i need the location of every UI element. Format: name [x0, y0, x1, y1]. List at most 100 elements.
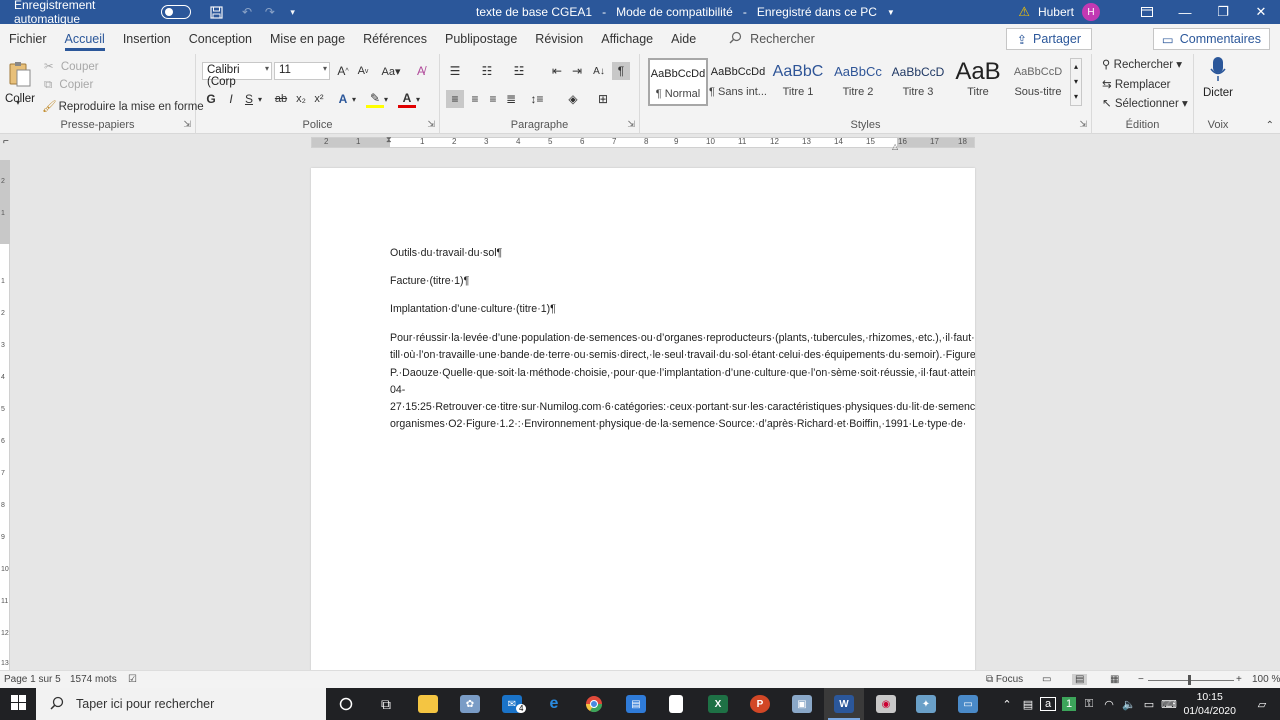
collapse-ribbon-icon[interactable]: ⌃ [1266, 120, 1274, 131]
print-layout-icon[interactable]: ▤ [1072, 674, 1088, 685]
paragraph-title[interactable]: Outils·du·travail·du·sol¶ [390, 246, 902, 260]
style-titre-3[interactable]: AaBbCcD Titre 3 [888, 58, 948, 106]
word-count[interactable]: 1574 mots [70, 674, 117, 685]
ribbon-display-options-icon[interactable] [1128, 0, 1166, 24]
proofing-icon[interactable]: ☑ [128, 674, 137, 685]
tab-mise-en-page[interactable]: Mise en page [261, 24, 354, 54]
tab-fichier[interactable]: Fichier [0, 24, 56, 54]
borders-icon[interactable]: ⊞ [594, 90, 612, 108]
tray-network-app-icon[interactable]: ⚿ [1080, 688, 1098, 720]
warning-icon[interactable]: ⚠ [1018, 4, 1030, 20]
paste-dropdown-icon[interactable]: ▾ [16, 98, 20, 107]
italic-button[interactable]: I [222, 90, 240, 108]
photo-app-icon[interactable]: ✦ [906, 688, 946, 720]
superscript-button[interactable]: x² [310, 90, 328, 108]
zoom-in-icon[interactable]: + [1236, 674, 1242, 685]
format-painter-button[interactable]: 🖌 Reproduire la mise en forme [42, 99, 204, 113]
change-case-icon[interactable]: Aa▾ [378, 62, 404, 80]
zoom-out-icon[interactable]: − [1138, 674, 1144, 685]
indent-marker-icon[interactable]: ⧗ [386, 135, 392, 145]
align-center-icon[interactable]: ≡ [466, 90, 484, 108]
font-launcher-icon[interactable]: ⇲ [427, 119, 435, 130]
shrink-font-icon[interactable]: Av [354, 62, 372, 80]
paragraph-body[interactable]: Pour·réussir·la·levée·d’une·population·d… [390, 330, 975, 434]
customize-toolbar-icon[interactable]: ▾ [285, 4, 300, 20]
document-page[interactable]: Outils·du·travail·du·sol¶ Facture·(titre… [311, 168, 975, 678]
tab-references[interactable]: Références [354, 24, 436, 54]
comments-button[interactable]: ▭ Commentaires [1152, 28, 1270, 50]
style-titre[interactable]: AaB Titre [948, 58, 1008, 106]
line-spacing-icon[interactable]: ↕≡ [528, 90, 546, 108]
document-body[interactable]: Outils·du·travail·du·sol¶ Facture·(titre… [390, 246, 975, 448]
tab-aide[interactable]: Aide [662, 24, 705, 54]
tab-conception[interactable]: Conception [180, 24, 261, 54]
paragraph-launcher-icon[interactable]: ⇲ [627, 119, 635, 130]
font-name-combo[interactable]: Calibri (Corp ▾ [202, 62, 272, 88]
copy-button[interactable]: ⧉ Copier [44, 79, 93, 92]
bold-button[interactable]: G [202, 90, 220, 108]
excel-icon[interactable]: X [698, 688, 738, 720]
autosave-toggle[interactable] [161, 5, 191, 19]
tray-app-icon[interactable]: ▤ [1018, 688, 1038, 720]
volume-icon[interactable]: 🔈 [1120, 688, 1138, 720]
dictate-button[interactable]: Dicter [1198, 56, 1238, 99]
redo-icon[interactable]: ↷ [262, 4, 277, 20]
paragraph-heading-facture[interactable]: Facture·(titre·1)¶ [390, 274, 902, 288]
document-title[interactable]: texte de base CGEA1 - Mode de compatibil… [476, 0, 895, 24]
tab-affichage[interactable]: Affichage [592, 24, 662, 54]
notepad-icon[interactable]: ▤ [616, 688, 656, 720]
align-left-icon[interactable]: ≡ [446, 90, 464, 108]
highlight-dropdown-icon[interactable]: ▾ [382, 90, 390, 108]
vertical-ruler[interactable]: 2 1 1 2 3 4 5 6 7 8 9 10 11 12 13 [0, 160, 10, 670]
tray-chevron-icon[interactable]: ⌃ [998, 688, 1016, 720]
cortana-icon[interactable] [326, 688, 366, 720]
task-view-icon[interactable]: ⧉ [366, 688, 406, 720]
numbering-icon[interactable]: ☷ [478, 62, 496, 80]
font-size-combo[interactable]: 11 ▾ [274, 62, 330, 80]
paint-icon[interactable]: ✿ [450, 688, 490, 720]
sort-icon[interactable]: A↓ [590, 62, 608, 80]
replace-button[interactable]: ⇆ Remplacer [1102, 77, 1170, 91]
tab-revision[interactable]: Révision [526, 24, 592, 54]
document-icon[interactable] [656, 688, 696, 720]
font-color-dropdown-icon[interactable]: ▾ [414, 90, 422, 108]
avatar[interactable]: H [1082, 3, 1100, 21]
select-button[interactable]: ↖ Sélectionner ▾ [1102, 96, 1188, 110]
tab-selector-icon[interactable]: ⌐ [3, 136, 9, 147]
decrease-indent-icon[interactable]: ⇤ [548, 62, 566, 80]
language-icon[interactable]: ⌨ [1160, 688, 1178, 720]
web-layout-icon[interactable]: ▦ [1110, 674, 1119, 685]
chrome-icon[interactable] [574, 688, 614, 720]
edge-icon[interactable]: e [534, 688, 574, 720]
show-formatting-icon[interactable]: ¶ [612, 62, 630, 80]
taskbar-clock[interactable]: 10:15 01/04/2020 [1183, 690, 1236, 718]
tab-accueil[interactable]: Accueil [56, 24, 114, 54]
page-count[interactable]: Page 1 sur 5 [4, 674, 61, 685]
cut-button[interactable]: ✂ Couper [44, 59, 99, 73]
increase-indent-icon[interactable]: ⇥ [568, 62, 586, 80]
bullets-icon[interactable]: ☰ [446, 62, 464, 80]
right-indent-marker-icon[interactable]: △ [892, 142, 898, 151]
focus-button[interactable]: ⧉ Focus [986, 674, 1023, 685]
style-titre-1[interactable]: AaBbC Titre 1 [768, 58, 828, 106]
align-right-icon[interactable]: ≡ [484, 90, 502, 108]
image-viewer-icon[interactable]: ▣ [782, 688, 822, 720]
minimize-button[interactable]: — [1166, 0, 1204, 24]
style-sans-interligne[interactable]: AaBbCcDd ¶ Sans int... [708, 58, 768, 106]
notifications-icon[interactable]: ▱ [1248, 688, 1276, 720]
file-explorer-icon[interactable] [408, 688, 448, 720]
zoom-slider[interactable] [1148, 680, 1234, 681]
text-effects-dropdown-icon[interactable]: ▾ [350, 90, 358, 108]
start-button[interactable] [0, 688, 36, 720]
mail-icon[interactable]: ✉ 4 [492, 688, 532, 720]
find-button[interactable]: ⚲ Rechercher ▾ [1102, 57, 1182, 71]
close-button[interactable]: ✕ [1242, 0, 1280, 24]
strikethrough-button[interactable]: ab [272, 90, 290, 108]
restore-button[interactable]: ❐ [1204, 0, 1242, 24]
subscript-button[interactable]: x₂ [292, 90, 310, 108]
camera-app-icon[interactable]: ◉ [866, 688, 906, 720]
save-icon[interactable] [209, 4, 224, 20]
underline-dropdown-icon[interactable]: ▾ [256, 90, 264, 108]
zoom-level[interactable]: 100 % [1252, 674, 1280, 685]
read-mode-icon[interactable]: ▭ [1042, 674, 1051, 685]
